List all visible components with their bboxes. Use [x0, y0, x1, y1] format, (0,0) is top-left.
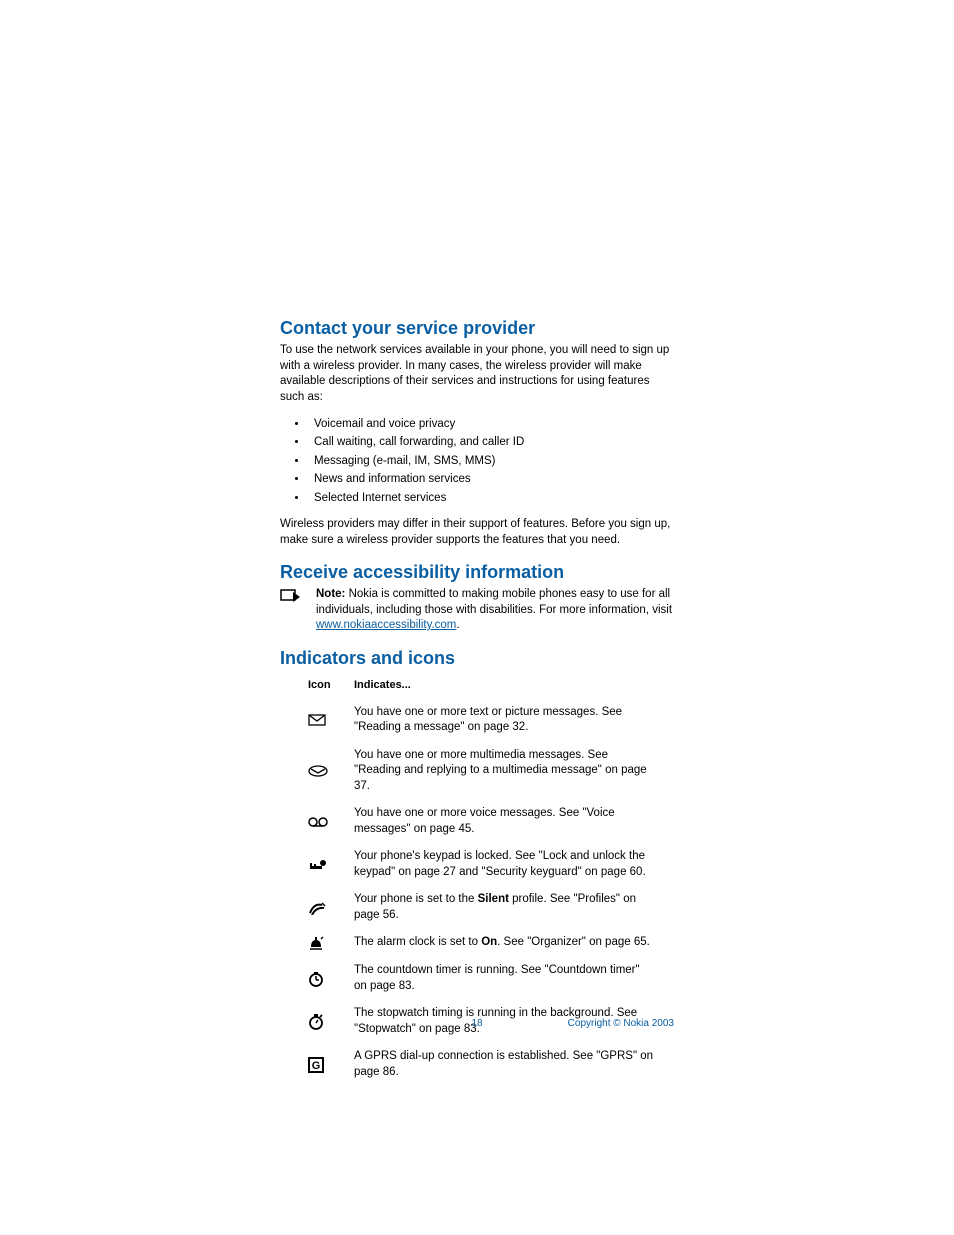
indicator-desc: The alarm clock is set to On. See "Organ… [354, 929, 654, 957]
service-bullet-list: Voicemail and voice privacy Call waiting… [280, 415, 674, 507]
table-row: Your phone is set to the Silent profile.… [308, 886, 654, 929]
list-item: Voicemail and voice privacy [308, 415, 674, 433]
indicator-desc: The countdown timer is running. See "Cou… [354, 957, 654, 1000]
table-row: G A GPRS dial-up connection is establish… [308, 1043, 654, 1086]
list-item: News and information services [308, 470, 674, 488]
table-row: The countdown timer is running. See "Cou… [308, 957, 654, 1000]
page-footer: 18 Copyright © Nokia 2003 [280, 1018, 674, 1029]
outro-paragraph: Wireless providers may differ in their s… [280, 517, 674, 548]
copyright-text: Copyright © Nokia 2003 [568, 1018, 674, 1029]
list-item: Selected Internet services [308, 489, 674, 507]
voicemail-icon [308, 817, 354, 827]
table-row: The alarm clock is set to On. See "Organ… [308, 929, 654, 957]
heading-accessibility: Receive accessibility information [280, 562, 674, 583]
note-block: Note: Nokia is committed to making mobil… [280, 587, 674, 634]
note-body: Nokia is committed to making mobile phon… [316, 588, 672, 616]
mms-envelope-icon [308, 765, 354, 777]
table-row: You have one or more multimedia messages… [308, 742, 654, 801]
page-number: 18 [471, 1018, 482, 1029]
note-text: Note: Nokia is committed to making mobil… [316, 587, 674, 634]
svg-text:G: G [312, 1060, 321, 1072]
indicator-desc: You have one or more voice messages. See… [354, 800, 654, 843]
intro-paragraph: To use the network services available in… [280, 343, 674, 405]
document-page: Contact your service provider To use the… [0, 0, 954, 1235]
table-row: You have one or more text or picture mes… [308, 699, 654, 742]
table-row: You have one or more voice messages. See… [308, 800, 654, 843]
col-header-desc: Indicates... [354, 675, 654, 699]
silent-icon [308, 901, 354, 915]
heading-indicators: Indicators and icons [280, 648, 674, 669]
indicator-desc: Your phone is set to the Silent profile.… [354, 886, 654, 929]
note-arrow-icon [280, 589, 302, 605]
list-item: Messaging (e-mail, IM, SMS, MMS) [308, 452, 674, 470]
heading-contact-provider: Contact your service provider [280, 318, 674, 339]
key-lock-icon [308, 859, 354, 871]
col-header-icon: Icon [308, 675, 354, 699]
timer-icon [308, 971, 354, 987]
envelope-icon [308, 714, 354, 726]
indicator-desc: A GPRS dial-up connection is established… [354, 1043, 654, 1086]
table-row: Your phone's keypad is locked. See "Lock… [308, 843, 654, 886]
indicator-desc: You have one or more multimedia messages… [354, 742, 654, 801]
indicator-desc: Your phone's keypad is locked. See "Lock… [354, 843, 654, 886]
list-item: Call waiting, call forwarding, and calle… [308, 433, 674, 451]
note-label: Note: [316, 588, 345, 600]
alarm-icon [308, 935, 354, 951]
accessibility-link[interactable]: www.nokiaaccessibility.com [316, 619, 456, 631]
gprs-icon: G [308, 1057, 354, 1073]
table-header-row: Icon Indicates... [308, 675, 654, 699]
note-tail: . [456, 619, 459, 631]
indicator-desc: You have one or more text or picture mes… [354, 699, 654, 742]
